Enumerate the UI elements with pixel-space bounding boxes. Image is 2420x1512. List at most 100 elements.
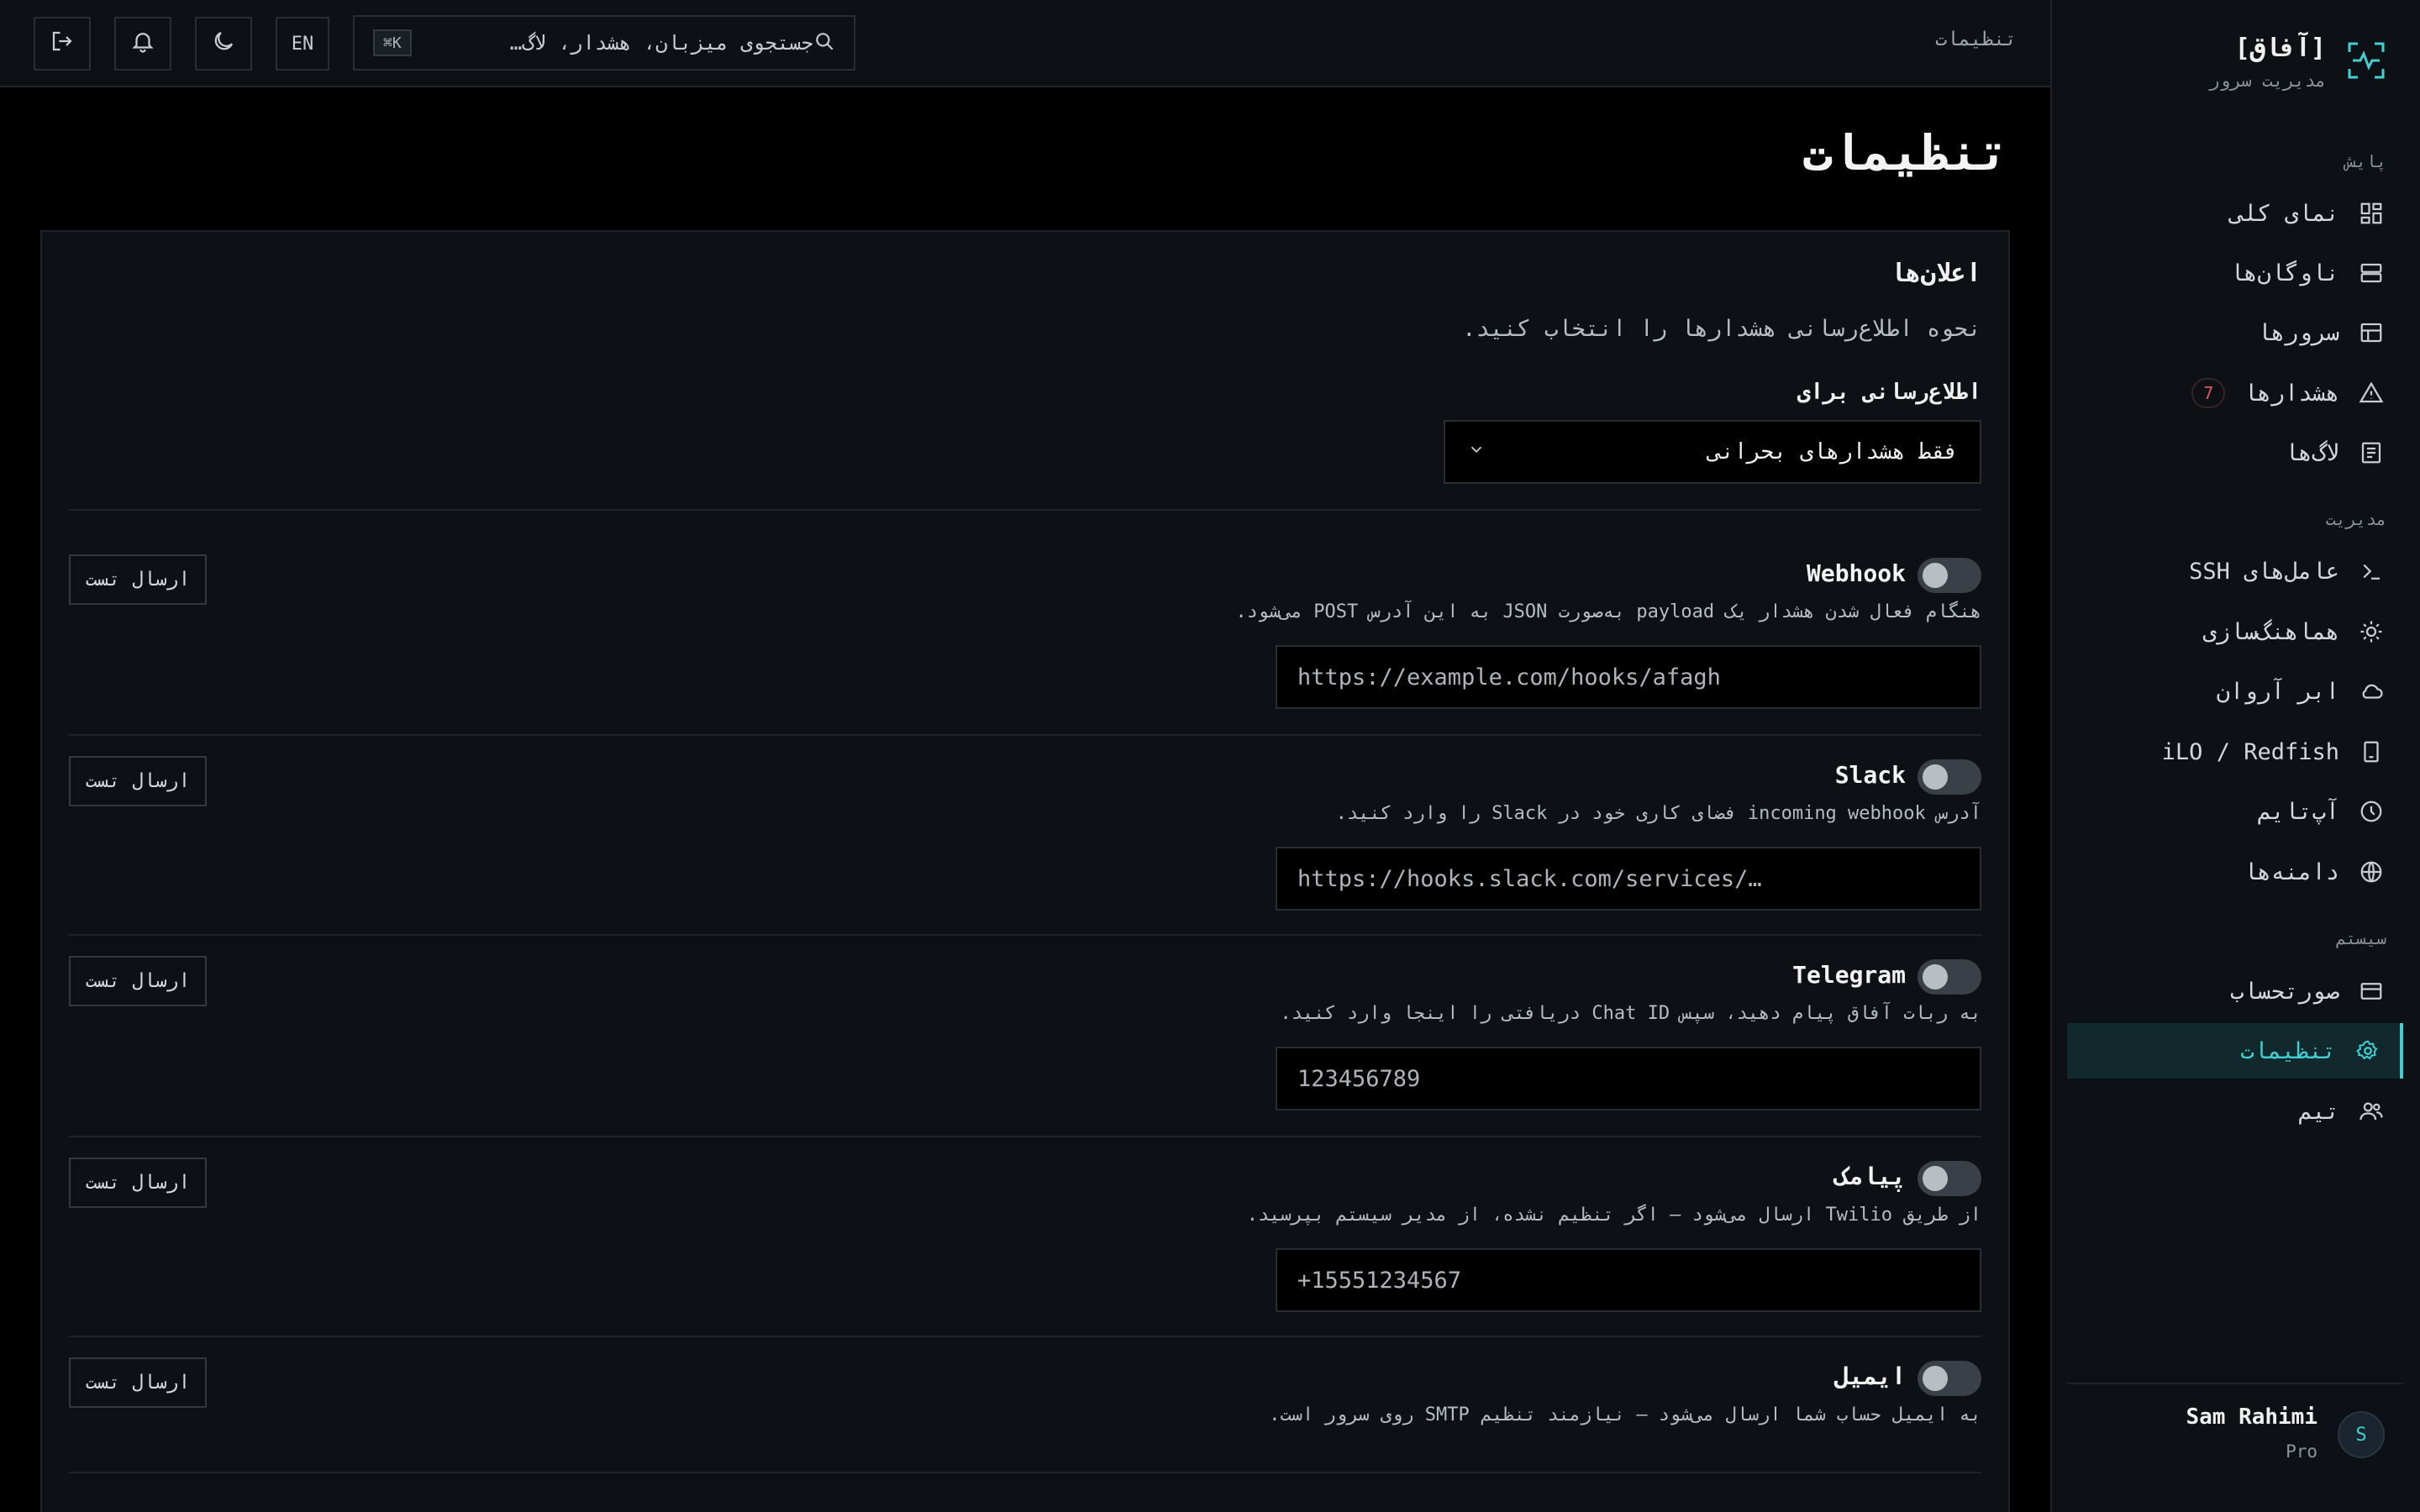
- channel-description: هنگام فعال شدن هشدار یک payload به‌صورت …: [1235, 601, 1981, 622]
- sidebar-item-alerts[interactable]: هشدارها 7: [2067, 365, 2403, 421]
- brand[interactable]: [آفاق] مدیریت سرور: [2084, 30, 2386, 97]
- divider: [69, 1472, 1981, 1473]
- sidebar-item-label: ابر آروان: [2216, 678, 2339, 705]
- server-stack-icon: [2358, 260, 2385, 286]
- notify-level-value: فقط هشدارهای بحرانی: [1707, 439, 1958, 465]
- grid-icon: [2358, 200, 2385, 227]
- sidebar-item-logs[interactable]: لاگ‌ها: [2067, 425, 2403, 480]
- device-icon: [2358, 738, 2385, 765]
- breadcrumb: تنظیمات: [1935, 29, 2017, 50]
- logout-button[interactable]: [34, 17, 91, 71]
- avatar: S: [2338, 1411, 2385, 1458]
- channel-description: به ربات آفاق پیام دهید، سپس Chat ID دریا…: [1280, 1003, 1981, 1024]
- sidebar-item-label: هماهنگ‌سازی: [2202, 618, 2339, 645]
- theme-toggle-button[interactable]: [195, 17, 252, 71]
- sidebar-item-arvan-cloud[interactable]: ابر آروان: [2067, 664, 2403, 719]
- nav-section-system: سیستم: [2335, 928, 2386, 948]
- sidebar-item-uptime[interactable]: آپ‌تایم: [2067, 784, 2403, 839]
- sidebar-item-settings[interactable]: تنظیمات: [2067, 1023, 2403, 1079]
- webhook-url-input[interactable]: [1276, 645, 1981, 709]
- webhook-toggle[interactable]: [1918, 558, 1981, 593]
- channel-name: ایمیل: [1834, 1362, 1906, 1390]
- search-box[interactable]: K⌘: [353, 15, 855, 71]
- notify-level-select[interactable]: فقط هشدارهای بحرانی: [1444, 420, 1981, 484]
- logout-icon: [50, 29, 75, 59]
- globe-icon: [2358, 858, 2385, 885]
- channel-name: پیامک: [1834, 1163, 1906, 1190]
- user-plan: Pro: [2286, 1441, 2317, 1462]
- divider: [69, 1336, 1981, 1337]
- topbar: تنظیمات K⌘ EN: [0, 0, 2050, 87]
- divider: [69, 934, 1981, 936]
- divider: [69, 509, 1981, 511]
- channel-name: Slack: [1834, 761, 1906, 789]
- sidebar-item-label: آپ‌تایم: [2257, 798, 2339, 825]
- sms-toggle[interactable]: [1918, 1161, 1981, 1196]
- sidebar-item-billing[interactable]: صورتحساب: [2067, 963, 2403, 1019]
- sidebar-item-orchestration[interactable]: هماهنگ‌سازی: [2067, 604, 2403, 659]
- brand-name: [آفاق]: [2234, 34, 2326, 63]
- sidebar-item-fleets[interactable]: ناوگان‌ها: [2067, 245, 2403, 301]
- users-icon: [2358, 1098, 2385, 1125]
- sidebar: [آفاق] مدیریت سرور پایش نمای کلی ناوگان‌…: [2050, 0, 2420, 1512]
- page-title: تنظیمات: [1802, 124, 2008, 181]
- slack-webhook-input[interactable]: [1276, 847, 1981, 911]
- moon-icon: [211, 29, 236, 59]
- notifications-card: اعلان‌ها نحوه اطلاع‌رسانی هشدارها را انت…: [40, 230, 2010, 1512]
- sidebar-item-ilo-redfish[interactable]: iLO / Redfish: [2067, 724, 2403, 780]
- sidebar-item-label: ناوگان‌ها: [2229, 260, 2339, 286]
- section-title: اعلان‌ها: [1890, 259, 1981, 288]
- cloud-icon: [2358, 678, 2385, 705]
- table-icon: [2358, 319, 2385, 346]
- sidebar-item-overview[interactable]: نمای کلی: [2067, 186, 2403, 241]
- terminal-icon: [2358, 558, 2385, 585]
- sidebar-item-label: سرورها: [2257, 319, 2339, 346]
- sidebar-item-label: دامنه‌ها: [2244, 858, 2339, 885]
- user-profile[interactable]: S Sam Rahimi Pro: [2067, 1383, 2403, 1512]
- channel-email: ایمیل به ایمیل حساب شما ارسال می‌شود — ن…: [69, 1357, 1981, 1445]
- warning-icon: [2358, 380, 2385, 407]
- nav-section-management: مدیریت: [2325, 509, 2386, 529]
- send-test-button[interactable]: ارسال تست: [69, 1357, 207, 1408]
- nav-section-monitoring: پایش: [2345, 151, 2386, 171]
- chevron-down-icon: [1467, 439, 1486, 465]
- sidebar-item-label: لاگ‌ها: [2284, 439, 2339, 466]
- sun-gear-icon: [2358, 618, 2385, 645]
- sidebar-item-team[interactable]: تیم: [2067, 1084, 2403, 1139]
- channel-name: Webhook: [1806, 559, 1906, 587]
- brand-subtitle: مدیریت سرور: [2208, 71, 2326, 91]
- email-toggle[interactable]: [1918, 1361, 1981, 1396]
- telegram-chat-id-input[interactable]: [1276, 1047, 1981, 1110]
- search-input[interactable]: [423, 31, 813, 55]
- send-test-button[interactable]: ارسال تست: [69, 956, 207, 1006]
- channel-sms: پیامک از طریق Twilio ارسال می‌شود — اگر …: [69, 1158, 1981, 1312]
- phone-number-input[interactable]: [1276, 1248, 1981, 1312]
- document-icon: [2358, 439, 2385, 466]
- pulse-logo-icon: [2346, 40, 2386, 81]
- sidebar-item-ssh-agents[interactable]: عامل‌های SSH: [2067, 543, 2403, 599]
- divider: [69, 734, 1981, 736]
- send-test-button[interactable]: ارسال تست: [69, 756, 207, 806]
- telegram-toggle[interactable]: [1918, 959, 1981, 995]
- bell-icon: [130, 29, 155, 59]
- channel-description: از طریق Twilio ارسال می‌شود — اگر تنظیم …: [1246, 1205, 1981, 1226]
- sidebar-item-label: نمای کلی: [2229, 200, 2339, 227]
- sidebar-item-domains[interactable]: دامنه‌ها: [2067, 844, 2403, 900]
- sidebar-item-label: تنظیمات: [2240, 1037, 2336, 1064]
- sidebar-item-servers[interactable]: سرورها: [2067, 305, 2403, 360]
- notify-for-label: اطلاع‌رسانی برای: [1797, 380, 1981, 405]
- shortcut-badge: K⌘: [373, 29, 412, 56]
- sidebar-item-label: هشدارها: [2244, 380, 2339, 407]
- channel-description: به ایمیل حساب شما ارسال می‌شود — نیازمند…: [1269, 1404, 1981, 1425]
- clock-icon: [2358, 798, 2385, 825]
- channel-slack: Slack آدرس incoming webhook فضای کاری خو…: [69, 756, 1981, 911]
- language-button[interactable]: EN: [276, 17, 329, 71]
- gear-icon: [2354, 1037, 2381, 1064]
- send-test-button[interactable]: ارسال تست: [69, 1158, 207, 1208]
- slack-toggle[interactable]: [1918, 759, 1981, 795]
- notifications-button[interactable]: [114, 17, 171, 71]
- send-test-button[interactable]: ارسال تست: [69, 554, 207, 605]
- sidebar-item-label: تیم: [2298, 1098, 2339, 1125]
- channel-description: آدرس incoming webhook فضای کاری خود در S…: [1335, 803, 1981, 824]
- sidebar-item-label: صورتحساب: [2229, 978, 2339, 1005]
